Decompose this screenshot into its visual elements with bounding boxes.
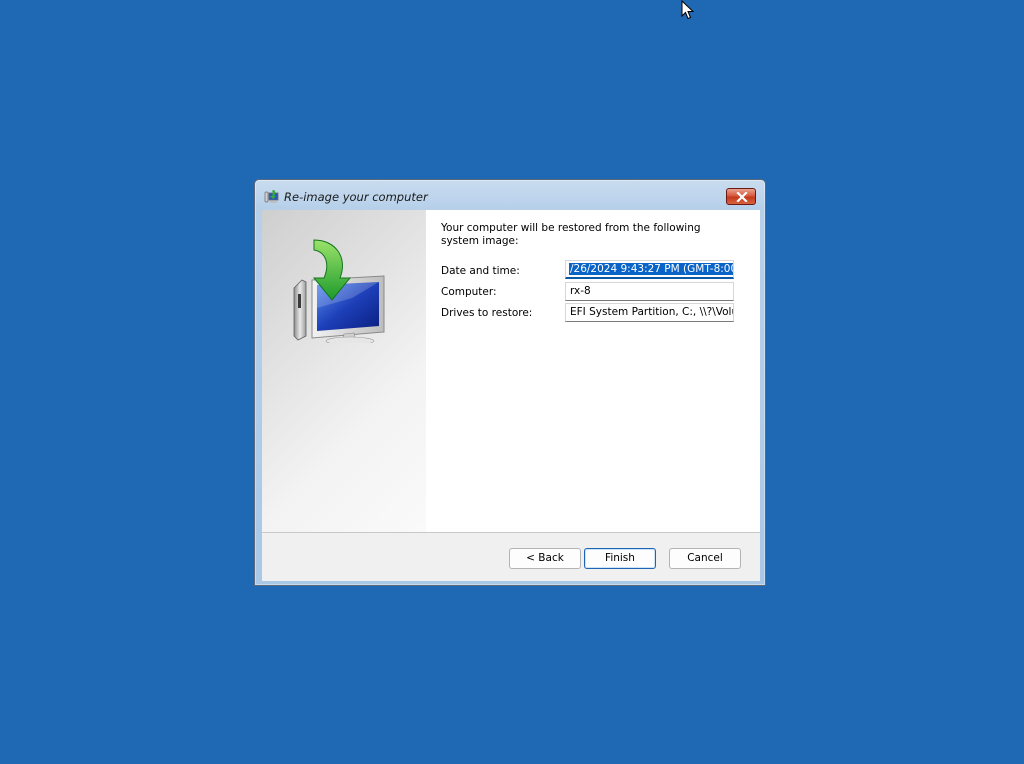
window-title: Re-image your computer [284, 190, 428, 204]
close-icon [736, 192, 748, 202]
date-time-label: Date and time: [441, 265, 520, 277]
intro-text: Your computer will be restored from the … [441, 222, 701, 247]
drives-to-restore-value: EFI System Partition, C:, \\?\Volur [570, 306, 734, 318]
finish-button[interactable]: Finish [584, 548, 656, 569]
computer-field[interactable]: rx-8 [565, 282, 734, 301]
computer-label: Computer: [441, 286, 497, 298]
back-button[interactable]: < Back [509, 548, 581, 569]
date-time-value: /26/2024 9:43:27 PM (GMT-8:00) [569, 263, 733, 275]
system-image-restore-icon [293, 239, 385, 343]
re-image-dialog: Re-image your computer Your computer wil… [254, 179, 766, 586]
drives-to-restore-label: Drives to restore: [441, 307, 533, 319]
wizard-content: Your computer will be restored from the … [426, 210, 760, 532]
drives-to-restore-field[interactable]: EFI System Partition, C:, \\?\Volur [565, 303, 734, 322]
mouse-pointer-icon [681, 0, 695, 20]
dialog-client-area: Your computer will be restored from the … [262, 210, 760, 581]
backup-restore-icon [264, 190, 279, 203]
wizard-side-panel [262, 210, 426, 532]
date-time-field[interactable]: /26/2024 9:43:27 PM (GMT-8:00) [565, 260, 734, 279]
computer-value: rx-8 [570, 285, 591, 297]
wizard-footer: < Back Finish Cancel [262, 533, 760, 581]
cancel-button[interactable]: Cancel [669, 548, 741, 569]
close-button[interactable] [726, 188, 756, 205]
title-bar[interactable]: Re-image your computer [255, 180, 765, 209]
